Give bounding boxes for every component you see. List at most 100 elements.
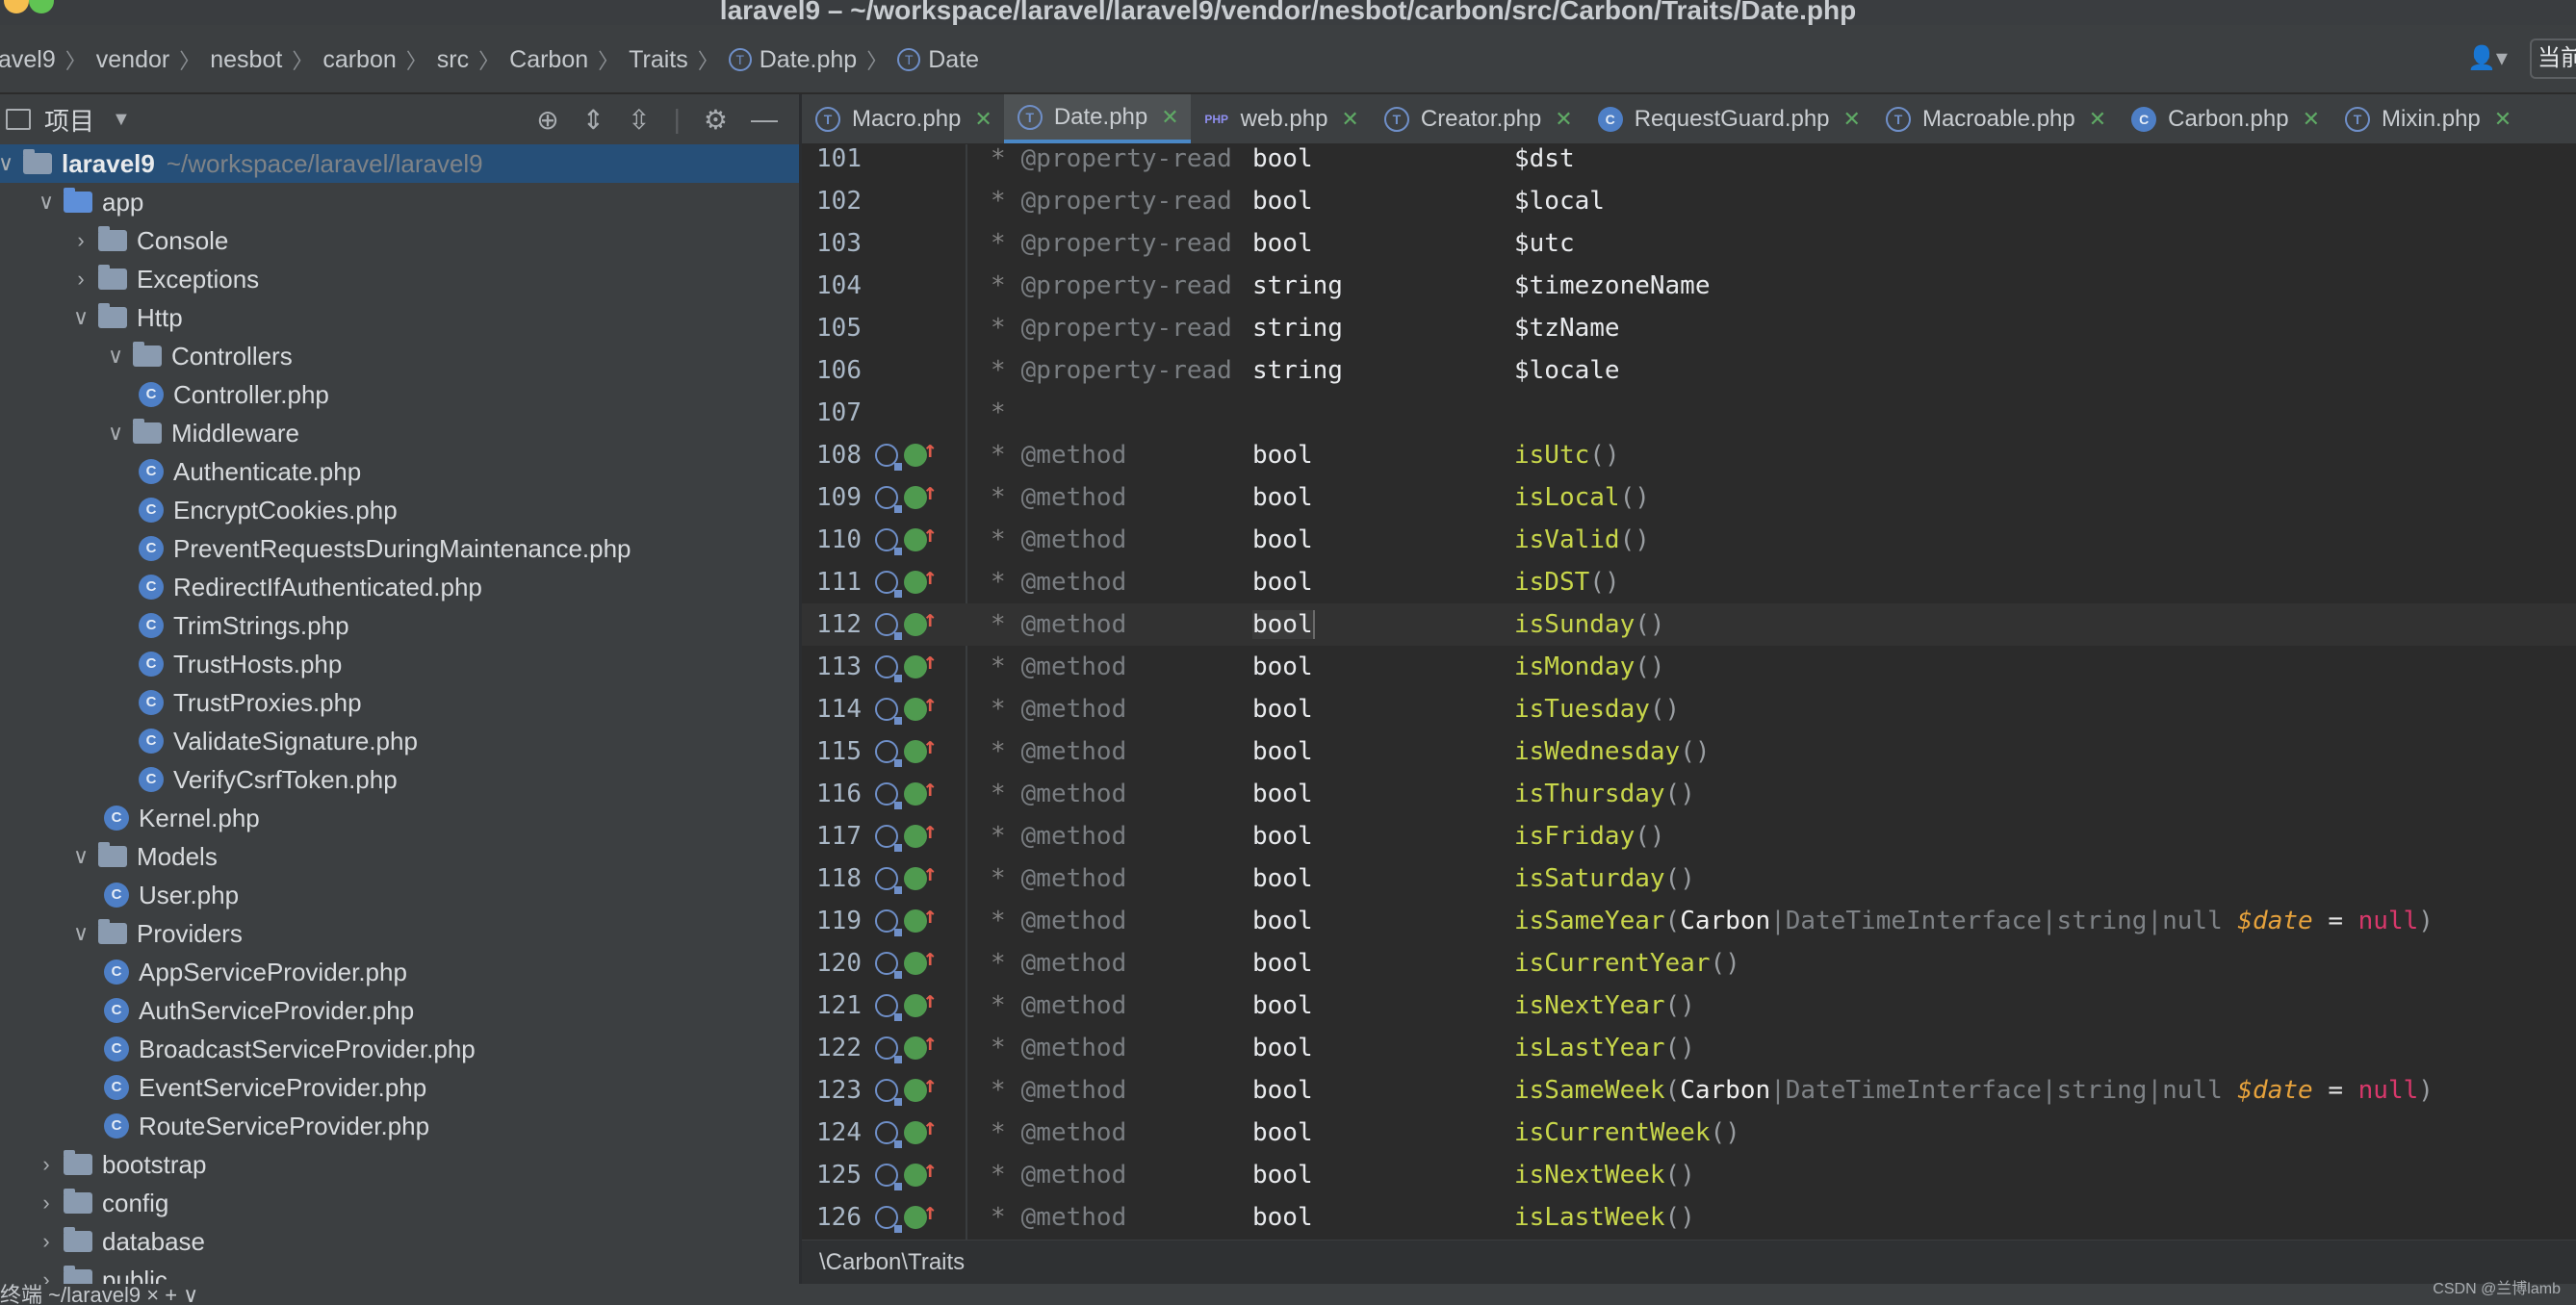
code-line[interactable]: 125 * @method bool isNextWeek()	[802, 1154, 2576, 1196]
tree-folder[interactable]: › bootstrap	[0, 1145, 799, 1184]
code-line[interactable]: 110 * @method bool isValid()	[802, 519, 2576, 561]
tree-folder[interactable]: ∨ Http	[0, 298, 799, 337]
hide-panel-icon[interactable]: —	[751, 104, 778, 135]
implements-icon[interactable]	[904, 859, 937, 890]
implements-icon[interactable]	[904, 732, 937, 763]
chevron-right-icon[interactable]: ›	[35, 1229, 58, 1254]
tree-file[interactable]: C Controller.php	[0, 375, 799, 414]
implements-icon[interactable]	[904, 1198, 937, 1229]
overrides-icon[interactable]	[875, 1206, 902, 1233]
overrides-icon[interactable]	[875, 571, 902, 598]
overrides-icon[interactable]	[875, 655, 902, 682]
terminal-tab-strip[interactable]: 终端 ~/laravel9 × + ∨	[0, 1278, 198, 1305]
code-line[interactable]: 124 * @method bool isCurrentWeek()	[802, 1112, 2576, 1154]
overrides-icon[interactable]	[875, 1121, 902, 1148]
gear-icon[interactable]: ⚙	[704, 104, 728, 136]
breadcrumb-item[interactable]: 〉 vendor	[56, 44, 169, 75]
chevron-down-icon[interactable]: ∨	[69, 305, 92, 330]
gutter-markers[interactable]	[875, 1071, 937, 1106]
collapse-all-icon[interactable]: ⇳	[628, 104, 650, 136]
gutter-markers[interactable]	[875, 563, 937, 598]
overrides-icon[interactable]	[875, 952, 902, 979]
gutter-markers[interactable]	[875, 1029, 937, 1063]
tab-creator[interactable]: T Creator.php ✕	[1371, 94, 1584, 143]
tree-file[interactable]: C TrustProxies.php	[0, 683, 799, 722]
tree-folder[interactable]: › Console	[0, 221, 799, 260]
implements-icon[interactable]	[904, 986, 937, 1017]
overrides-icon[interactable]	[875, 740, 902, 767]
tree-folder[interactable]: ∨ Models	[0, 837, 799, 876]
implements-icon[interactable]	[904, 1029, 937, 1060]
overrides-icon[interactable]	[875, 1164, 902, 1190]
breadcrumb-item[interactable]: 〉 nesbot	[169, 44, 282, 75]
implements-icon[interactable]	[904, 944, 937, 975]
gutter-markers[interactable]	[875, 944, 937, 979]
implements-icon[interactable]	[904, 1156, 937, 1187]
breadcrumb-item[interactable]: 〉 T Date.php	[688, 44, 857, 75]
code-line[interactable]: 112 * @method bool isSunday()	[802, 603, 2576, 646]
implements-icon[interactable]	[904, 690, 937, 721]
gutter-markers[interactable]	[875, 521, 937, 555]
code-line[interactable]: 122 * @method bool isLastYear()	[802, 1027, 2576, 1069]
code-line[interactable]: 116 * @method bool isThursday()	[802, 773, 2576, 815]
breadcrumb-item[interactable]: 〉 carbon	[282, 44, 396, 75]
tree-file[interactable]: C EncryptCookies.php	[0, 491, 799, 529]
tree-file[interactable]: C EventServiceProvider.php	[0, 1068, 799, 1107]
tree-file[interactable]: C RouteServiceProvider.php	[0, 1107, 799, 1145]
chevron-right-icon[interactable]: ›	[35, 1152, 58, 1177]
tree-file[interactable]: C User.php	[0, 876, 799, 914]
gutter-markers[interactable]	[875, 648, 937, 682]
tree-file[interactable]: C PreventRequestsDuringMaintenance.php	[0, 529, 799, 568]
overrides-icon[interactable]	[875, 444, 902, 471]
tree-folder[interactable]: › database	[0, 1222, 799, 1261]
gutter-markers[interactable]	[875, 775, 937, 809]
code-line[interactable]: 107 *	[802, 392, 2576, 434]
tree-folder[interactable]: ∨ Controllers	[0, 337, 799, 375]
tab-macro[interactable]: T Macro.php ✕	[802, 94, 1004, 143]
code-line[interactable]: 120 * @method bool isCurrentYear()	[802, 942, 2576, 985]
implements-icon[interactable]	[904, 436, 937, 467]
close-icon[interactable]: ✕	[2494, 107, 2512, 132]
overrides-icon[interactable]	[875, 994, 902, 1021]
tree-file[interactable]: C AuthServiceProvider.php	[0, 991, 799, 1030]
code-line[interactable]: 123 * @method bool isSameWeek(Carbon|DateTim…	[802, 1069, 2576, 1112]
code-line[interactable]: 121 * @method bool isNextYear()	[802, 985, 2576, 1027]
code-line[interactable]: 102 * @property-read bool $local	[802, 180, 2576, 222]
code-line[interactable]: 114 * @method bool isTuesday()	[802, 688, 2576, 730]
code-line[interactable]: 106 * @property-read string $locale	[802, 349, 2576, 392]
tab-carbon[interactable]: C Carbon.php ✕	[2118, 94, 2331, 143]
tree-file[interactable]: C AppServiceProvider.php	[0, 953, 799, 991]
implements-icon[interactable]	[904, 1071, 937, 1102]
gutter-markers[interactable]	[875, 436, 937, 471]
gutter-markers[interactable]	[875, 1113, 937, 1148]
tree-file[interactable]: C RedirectIfAuthenticated.php	[0, 568, 799, 606]
code-line[interactable]: 113 * @method bool isMonday()	[802, 646, 2576, 688]
gutter-markers[interactable]	[875, 902, 937, 936]
overrides-icon[interactable]	[875, 782, 902, 809]
gutter-markers[interactable]	[875, 478, 937, 513]
close-icon[interactable]: ✕	[1555, 107, 1572, 132]
code-line[interactable]: 103 * @property-read bool $utc	[802, 222, 2576, 265]
chevron-down-icon[interactable]: ∨	[69, 921, 92, 946]
tree-file[interactable]: C ValidateSignature.php	[0, 722, 799, 760]
code-line[interactable]: 105 * @property-read string $tzName	[802, 307, 2576, 349]
code-line[interactable]: 108 * @method bool isUtc()	[802, 434, 2576, 476]
overrides-icon[interactable]	[875, 1079, 902, 1106]
implements-icon[interactable]	[904, 478, 937, 509]
gutter-markers[interactable]	[875, 732, 937, 767]
overrides-icon[interactable]	[875, 613, 902, 640]
breadcrumb-item[interactable]: 〉 Carbon	[469, 44, 588, 75]
breadcrumb-item[interactable]: 〉 T Date	[857, 44, 979, 75]
close-icon[interactable]: ✕	[1161, 105, 1178, 130]
tab-web[interactable]: PHP web.php ✕	[1191, 94, 1371, 143]
tree-folder[interactable]: ∨ Providers	[0, 914, 799, 953]
current-config-button[interactable]: 当前	[2530, 38, 2576, 79]
implements-icon[interactable]	[904, 605, 937, 636]
tab-requestguard[interactable]: C RequestGuard.php ✕	[1584, 94, 1872, 143]
editor-breadcrumb[interactable]: \Carbon\Traits	[802, 1240, 2576, 1284]
chevron-right-icon[interactable]: ›	[69, 267, 92, 292]
chevron-down-icon[interactable]: ∨	[69, 844, 92, 869]
chevron-down-icon[interactable]: ∨	[104, 421, 127, 446]
chevron-down-icon[interactable]: ∨	[35, 190, 58, 215]
gutter-markers[interactable]	[875, 859, 937, 894]
